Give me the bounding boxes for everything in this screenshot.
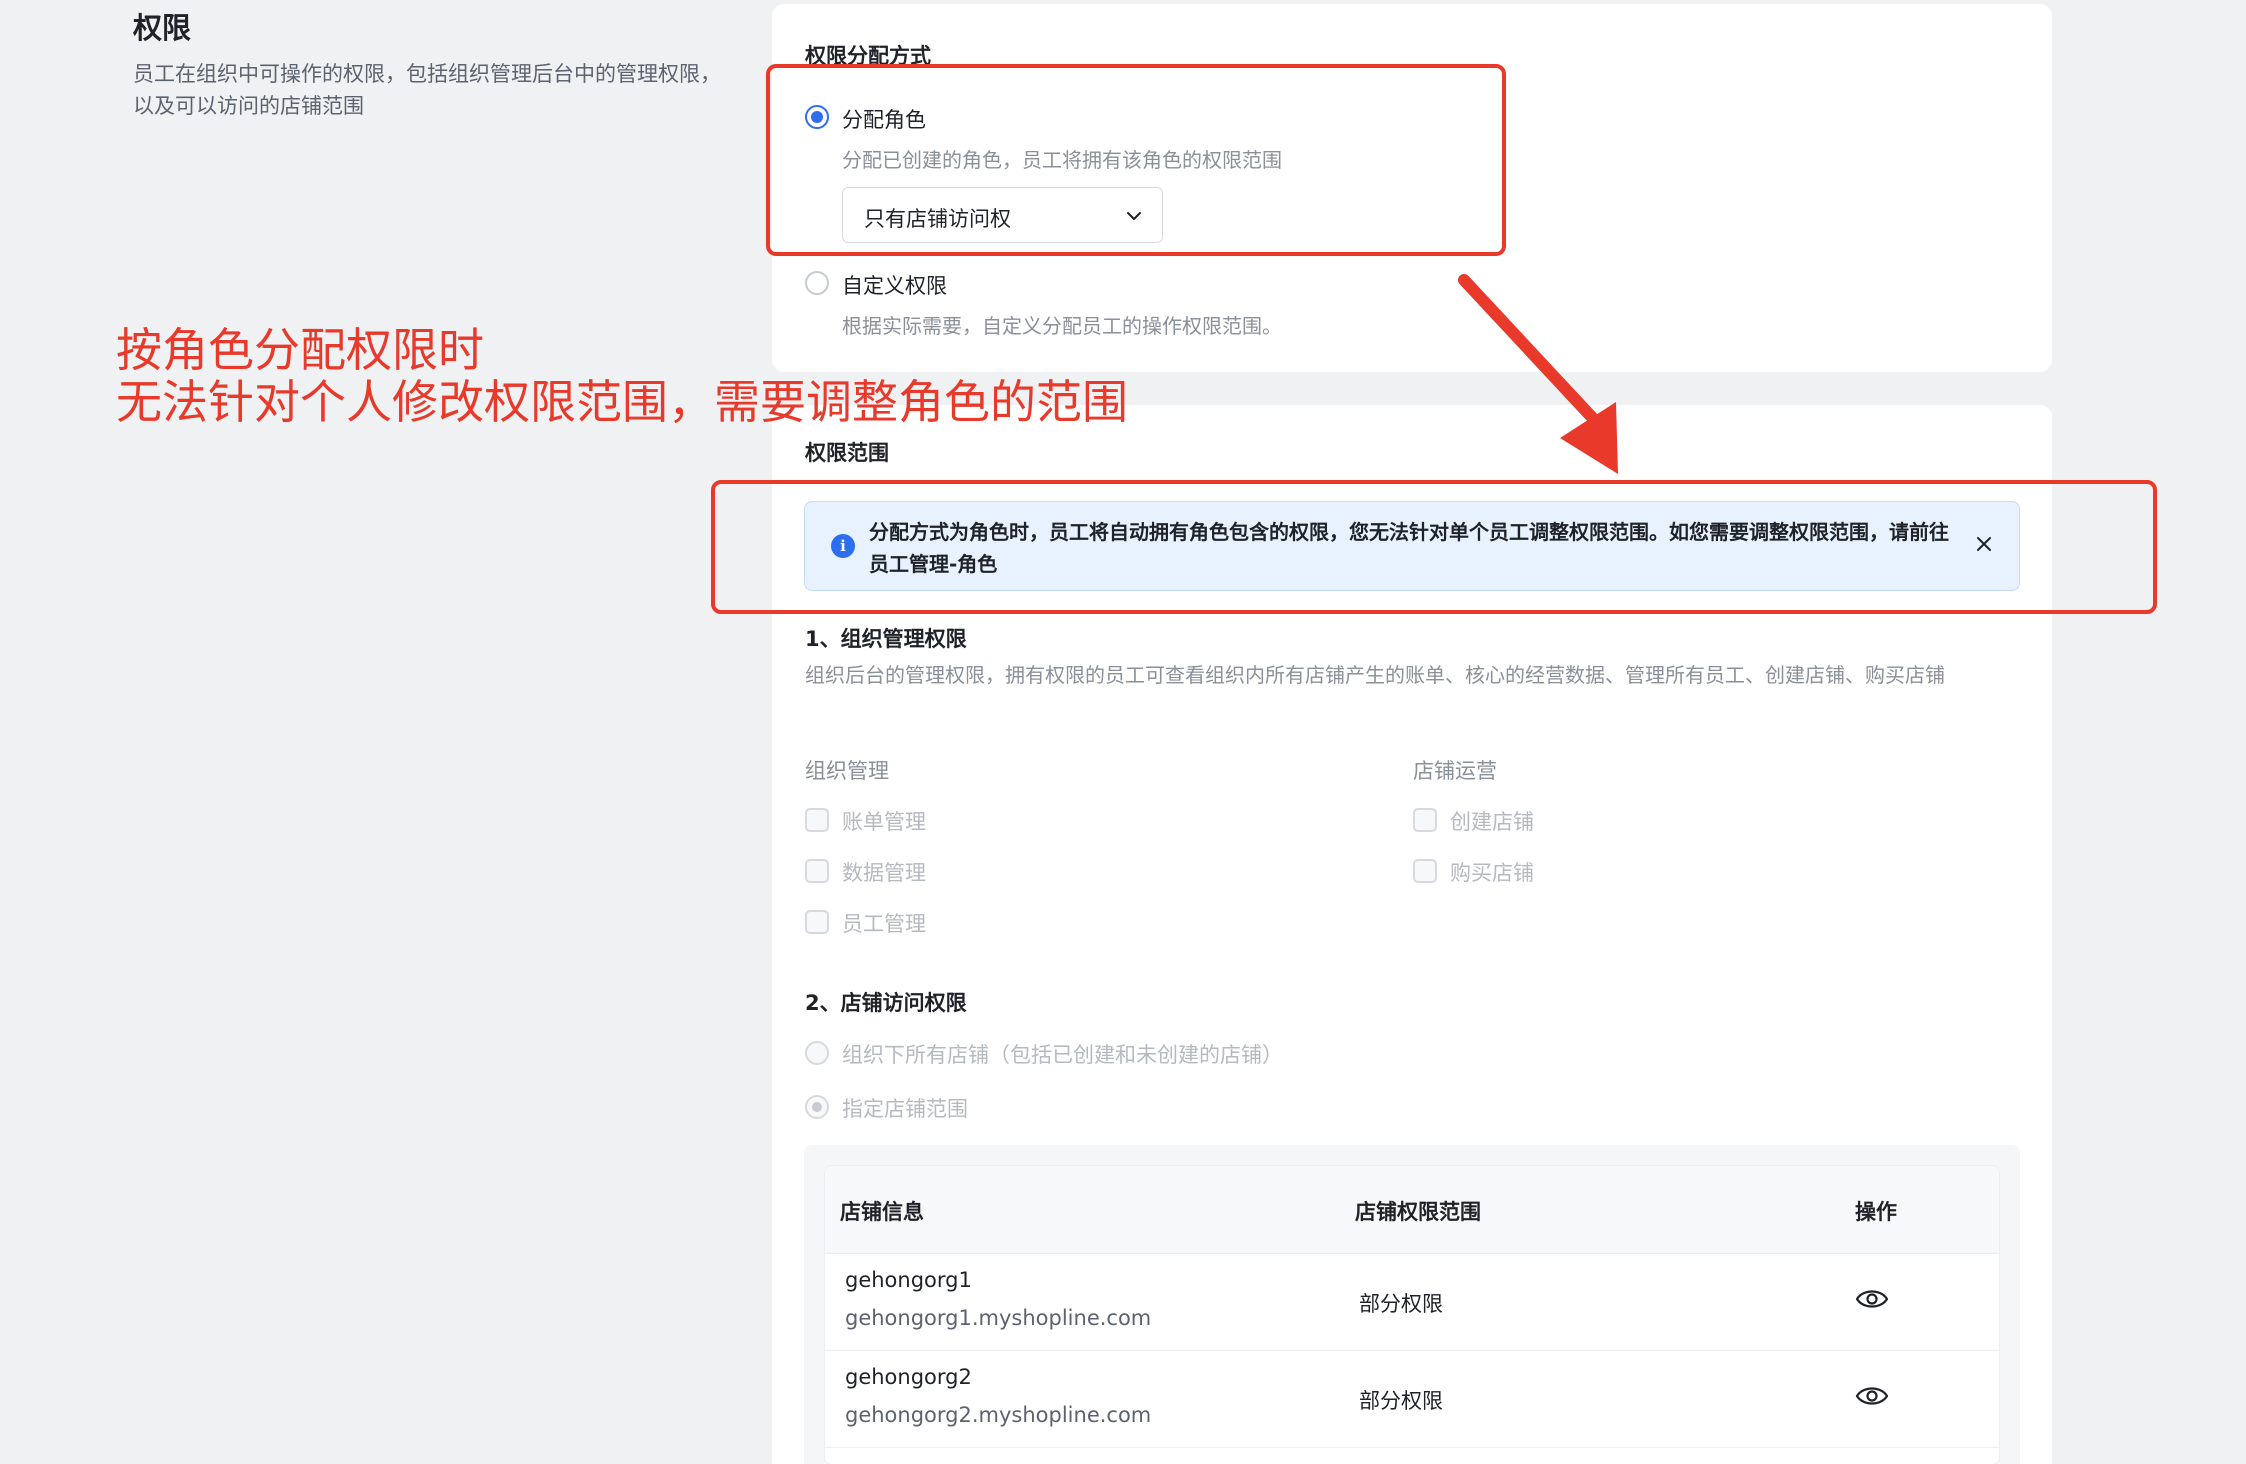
group-shop-operation: 店铺运营 xyxy=(1413,759,1497,783)
annotation-line-1: 按角色分配权限时 xyxy=(116,323,484,377)
permissions-section-intro: 权限 员工在组织中可操作的权限，包括组织管理后台中的管理权限，以及可以访问的店铺… xyxy=(133,8,733,122)
eye-icon[interactable] xyxy=(1855,1286,1889,1312)
access-all-shops-radio[interactable] xyxy=(805,1041,829,1065)
header-shop-info: 店铺信息 xyxy=(840,1200,924,1224)
checkbox-staff-management[interactable] xyxy=(805,910,829,934)
group-org-management: 组织管理 xyxy=(805,759,889,783)
table-row: gehongorg2 gehongorg2.myshopline.com 部分权… xyxy=(825,1351,1999,1448)
shop-table: 店铺信息 店铺权限范围 操作 gehongorg1 gehongorg1.mys… xyxy=(824,1165,2000,1464)
checkbox-data-management[interactable] xyxy=(805,859,829,883)
access-all-shops-label: 组织下所有店铺（包括已创建和未创建的店铺） xyxy=(842,1043,1283,1067)
annotation-highlight-alert xyxy=(711,480,2157,614)
billing-management-label: 账单管理 xyxy=(842,810,926,834)
section-title: 权限 xyxy=(133,11,192,45)
annotation-highlight-role xyxy=(766,64,1506,256)
permission-scope-title: 权限范围 xyxy=(805,441,889,465)
custom-permission-radio[interactable] xyxy=(805,271,829,295)
access-specified-shops-label: 指定店铺范围 xyxy=(842,1097,968,1121)
annotation-line-2: 无法针对个人修改权限范围，需要调整角色的范围 xyxy=(116,375,1128,429)
checkbox-create-shop[interactable] xyxy=(1413,808,1437,832)
eye-icon[interactable] xyxy=(1855,1383,1889,1409)
shop-name: gehongorg2 xyxy=(845,1365,972,1389)
annotation-arrow-icon xyxy=(1458,274,1618,474)
section-description: 员工在组织中可操作的权限，包括组织管理后台中的管理权限，以及可以访问的店铺范围 xyxy=(133,62,721,118)
checkbox-billing-management[interactable] xyxy=(805,808,829,832)
header-actions: 操作 xyxy=(1855,1200,1897,1224)
staff-management-label: 员工管理 xyxy=(842,912,926,936)
access-specified-shops-radio[interactable] xyxy=(805,1095,829,1119)
org-permission-description: 组织后台的管理权限，拥有权限的员工可查看组织内所有店铺产生的账单、核心的经营数据… xyxy=(805,663,1945,687)
buy-shop-label: 购买店铺 xyxy=(1450,861,1534,885)
shop-access-title: 2、店铺访问权限 xyxy=(805,991,967,1015)
create-shop-label: 创建店铺 xyxy=(1450,810,1534,834)
shop-permission: 部分权限 xyxy=(1359,1389,1443,1413)
header-shop-scope: 店铺权限范围 xyxy=(1355,1200,1481,1224)
custom-permission-label[interactable]: 自定义权限 xyxy=(842,270,947,300)
annotation-text: 按角色分配权限时 无法针对个人修改权限范围，需要调整角色的范围 xyxy=(116,324,1128,428)
shop-permission: 部分权限 xyxy=(1359,1292,1443,1316)
checkbox-buy-shop[interactable] xyxy=(1413,859,1437,883)
table-header: 店铺信息 店铺权限范围 操作 xyxy=(825,1166,1999,1254)
shop-table-container: 店铺信息 店铺权限范围 操作 gehongorg1 gehongorg1.mys… xyxy=(804,1145,2020,1464)
shop-url: gehongorg1.myshopline.com xyxy=(845,1306,1152,1330)
shop-name: gehongorg1 xyxy=(845,1268,972,1292)
org-permission-title: 1、组织管理权限 xyxy=(805,627,967,651)
data-management-label: 数据管理 xyxy=(842,861,926,885)
shop-url: gehongorg2.myshopline.com xyxy=(845,1403,1152,1427)
table-row: gehongorg1 gehongorg1.myshopline.com 部分权… xyxy=(825,1254,1999,1351)
